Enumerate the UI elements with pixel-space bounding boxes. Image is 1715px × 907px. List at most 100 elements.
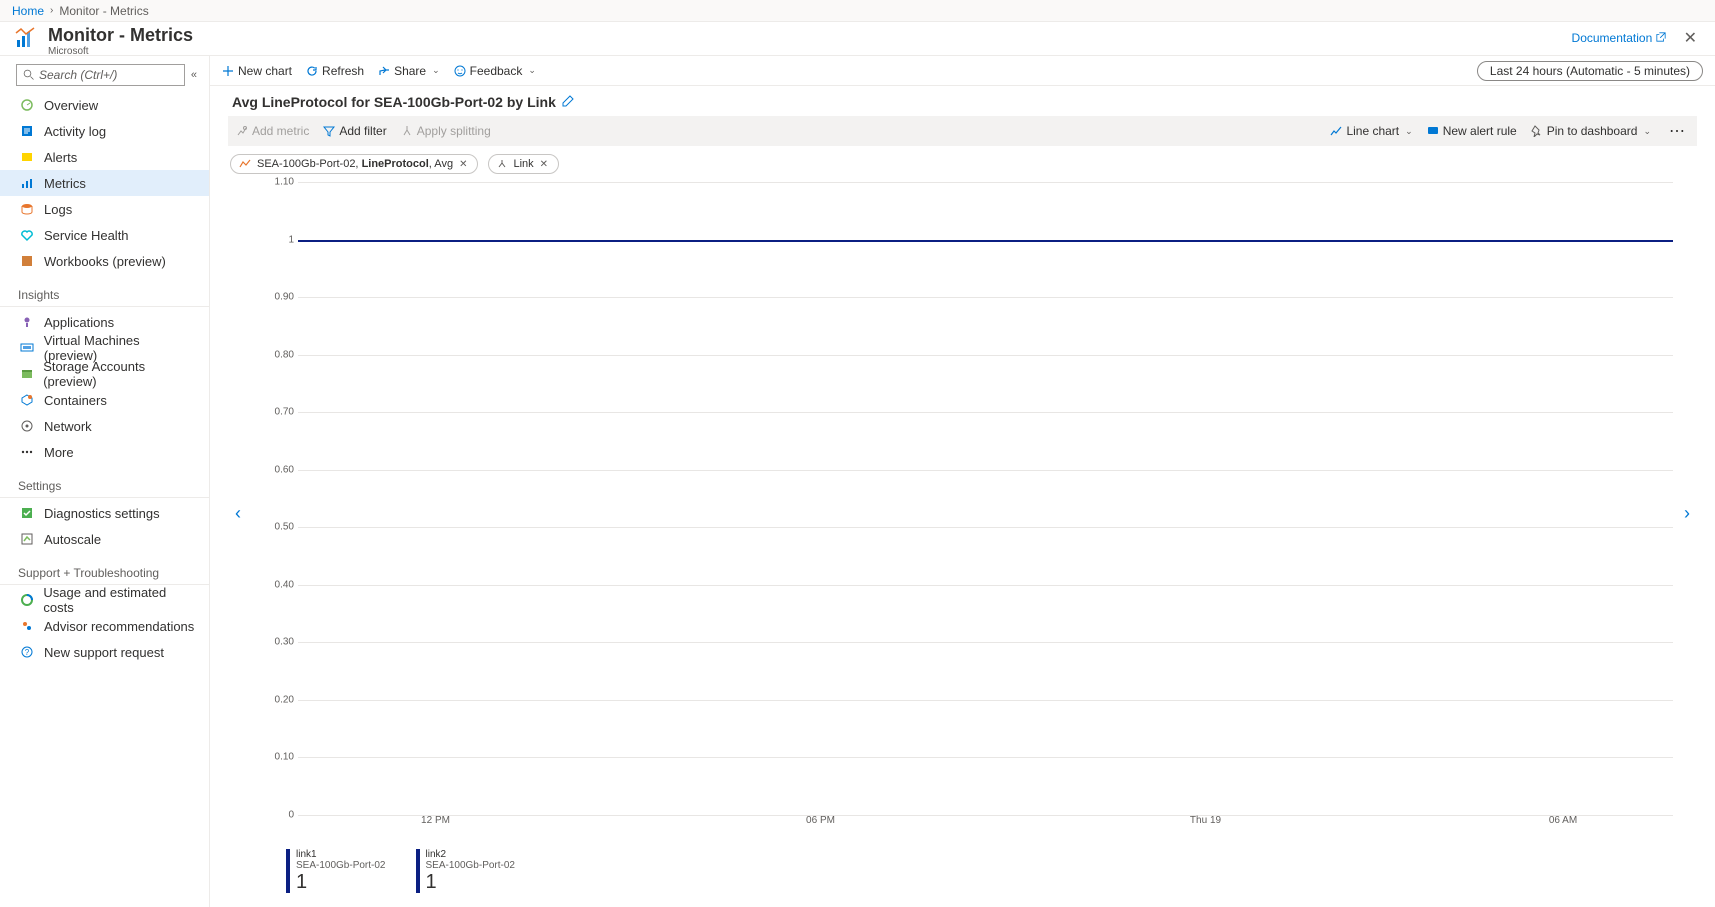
y-tick: 0.10	[275, 752, 294, 763]
filter-icon	[323, 125, 335, 137]
collapse-sidebar-button[interactable]: «	[189, 67, 199, 83]
y-tick: 0.90	[275, 292, 294, 303]
close-button[interactable]: ✕	[1680, 28, 1701, 48]
sidebar-item-more[interactable]: More	[0, 439, 209, 465]
pin-icon	[1531, 125, 1543, 137]
sidebar-item-autoscale[interactable]: Autoscale	[0, 526, 209, 552]
chart-canvas[interactable]: 1.1010.900.800.700.600.500.400.300.200.1…	[248, 182, 1677, 845]
y-tick: 0.50	[275, 522, 294, 533]
sidebar-item-storage-accounts-preview-[interactable]: Storage Accounts (preview)	[0, 361, 209, 387]
grid-line	[298, 297, 1673, 298]
sidebar-item-network[interactable]: Network	[0, 413, 209, 439]
chart-legend: link1SEA-100Gb-Port-021link2SEA-100Gb-Po…	[228, 845, 1697, 897]
legend-series-name: link1	[296, 849, 386, 860]
servicehealth-icon	[18, 227, 36, 243]
smiley-icon	[454, 65, 466, 77]
breadcrumb-home[interactable]: Home	[12, 4, 44, 18]
sidebar-group-support-troubleshooting: Support + Troubleshooting	[0, 552, 209, 585]
refresh-button[interactable]: Refresh	[306, 64, 364, 78]
external-link-icon	[1656, 31, 1666, 45]
sidebar-item-workbooks-preview-[interactable]: Workbooks (preview)	[0, 248, 209, 274]
alert-icon	[1427, 125, 1439, 137]
y-tick: 1.10	[275, 177, 294, 188]
y-tick: 0.60	[275, 464, 294, 475]
sidebar-item-advisor-recommendations[interactable]: Advisor recommendations	[0, 613, 209, 639]
new-chart-button[interactable]: New chart	[222, 64, 292, 78]
x-tick: 12 PM	[421, 815, 450, 826]
sidebar-item-label: Service Health	[44, 228, 129, 243]
add-filter-button[interactable]: Add filter	[323, 124, 386, 138]
sidebar-item-overview[interactable]: Overview	[0, 92, 209, 118]
sidebar-item-label: More	[44, 445, 74, 460]
monitor-logo-icon	[14, 26, 40, 52]
share-button[interactable]: Share⌄	[378, 64, 440, 78]
new-alert-rule-button[interactable]: New alert rule	[1427, 124, 1517, 138]
sidebar-item-diagnostics-settings[interactable]: Diagnostics settings	[0, 500, 209, 526]
line-chart-icon	[1330, 125, 1342, 137]
legend-item-link2[interactable]: link2SEA-100Gb-Port-021	[416, 849, 516, 893]
time-range-picker[interactable]: Last 24 hours (Automatic - 5 minutes)	[1477, 61, 1703, 81]
remove-split-chip[interactable]: ✕	[540, 159, 548, 170]
sidebar-group-insights: Insights	[0, 274, 209, 307]
page-header: Monitor - Metrics Microsoft Documentatio…	[0, 22, 1715, 56]
y-tick: 1	[288, 234, 294, 245]
sidebar-item-label: Diagnostics settings	[44, 506, 160, 521]
apply-splitting-button[interactable]: Apply splitting	[401, 124, 491, 138]
chart-next-button[interactable]: ›	[1677, 182, 1697, 845]
documentation-link[interactable]: Documentation	[1572, 31, 1666, 45]
sidebar-item-metrics[interactable]: Metrics	[0, 170, 209, 196]
breadcrumb: Home › Monitor - Metrics	[0, 0, 1715, 22]
sidebar-item-virtual-machines-preview-[interactable]: Virtual Machines (preview)	[0, 335, 209, 361]
filter-chips: SEA-100Gb-Port-02, LineProtocol, Avg ✕ L…	[228, 146, 1697, 182]
breadcrumb-current: Monitor - Metrics	[59, 4, 148, 18]
chart-prev-button[interactable]: ‹	[228, 182, 248, 845]
applications-icon	[18, 314, 36, 330]
search-input[interactable]: Search (Ctrl+/)	[16, 64, 185, 86]
grid-line	[298, 700, 1673, 701]
grid-line	[298, 527, 1673, 528]
y-tick: 0.30	[275, 637, 294, 648]
remove-metric-chip[interactable]: ✕	[459, 159, 467, 170]
search-icon	[23, 69, 35, 81]
legend-resource-name: SEA-100Gb-Port-02	[296, 860, 386, 871]
sidebar-item-usage-and-estimated-costs[interactable]: Usage and estimated costs	[0, 587, 209, 613]
sidebar-item-activity-log[interactable]: Activity log	[0, 118, 209, 144]
sidebar-item-label: Autoscale	[44, 532, 101, 547]
sidebar-item-containers[interactable]: Containers	[0, 387, 209, 413]
plus-icon	[222, 65, 234, 77]
grid-line	[298, 412, 1673, 413]
more-options-button[interactable]: ⋯	[1665, 121, 1689, 141]
sidebar-item-label: Containers	[44, 393, 107, 408]
pencil-icon	[562, 95, 574, 107]
chart-type-dropdown[interactable]: Line chart⌄	[1330, 124, 1412, 138]
pin-dashboard-button[interactable]: Pin to dashboard⌄	[1531, 124, 1651, 138]
legend-series-name: link2	[426, 849, 516, 860]
split-chip-icon	[497, 159, 507, 169]
y-tick: 0.70	[275, 407, 294, 418]
grid-line	[298, 757, 1673, 758]
y-tick: 0.80	[275, 349, 294, 360]
grid-line	[298, 470, 1673, 471]
add-metric-icon	[236, 125, 248, 137]
split-chip[interactable]: Link ✕	[488, 154, 559, 174]
page-title: Monitor - Metrics	[48, 26, 193, 46]
legend-item-link1[interactable]: link1SEA-100Gb-Port-021	[286, 849, 386, 893]
main-content: New chart Refresh Share⌄ Feedback⌄ Last …	[210, 56, 1715, 907]
sidebar-item-alerts[interactable]: Alerts	[0, 144, 209, 170]
edit-title-button[interactable]	[562, 94, 574, 110]
add-metric-button[interactable]: Add metric	[236, 124, 309, 138]
vms-icon	[18, 340, 36, 356]
y-tick: 0.40	[275, 579, 294, 590]
refresh-icon	[306, 65, 318, 77]
legend-resource-name: SEA-100Gb-Port-02	[426, 860, 516, 871]
sidebar-item-new-support-request[interactable]: ?New support request	[0, 639, 209, 665]
x-tick: 06 AM	[1549, 815, 1577, 826]
more-icon	[18, 444, 36, 460]
grid-line	[298, 182, 1673, 183]
sidebar-item-logs[interactable]: Logs	[0, 196, 209, 222]
sidebar-item-applications[interactable]: Applications	[0, 309, 209, 335]
feedback-button[interactable]: Feedback⌄	[454, 64, 536, 78]
metric-chip[interactable]: SEA-100Gb-Port-02, LineProtocol, Avg ✕	[230, 154, 478, 174]
storage-icon	[18, 366, 35, 382]
sidebar-item-service-health[interactable]: Service Health	[0, 222, 209, 248]
